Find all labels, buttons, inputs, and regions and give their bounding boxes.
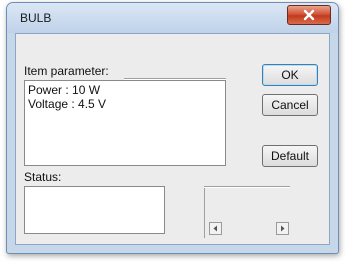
close-button[interactable] (287, 5, 331, 25)
cancel-button[interactable]: Cancel (262, 94, 318, 116)
ok-button[interactable]: OK (262, 64, 318, 86)
close-icon (303, 9, 315, 21)
scroll-right-arrow-icon (281, 225, 285, 232)
status-label: Status: (24, 170, 62, 184)
dialog-client-area: Item parameter: Power : 10 W Voltage : 4… (15, 33, 330, 245)
title-bar[interactable]: BULB (7, 3, 338, 33)
frame-top-divider (204, 186, 290, 188)
scroll-left-arrow-icon (213, 225, 217, 232)
status-box (24, 186, 165, 234)
scroll-left-button[interactable] (209, 222, 222, 235)
item-parameter-label: Item parameter: (24, 64, 109, 78)
item-parameter-list[interactable]: Power : 10 W Voltage : 4.5 V (24, 80, 226, 166)
parameter-power: Power : 10 W (28, 83, 101, 97)
scroll-right-button[interactable] (276, 222, 289, 235)
parameter-voltage: Voltage : 4.5 V (28, 97, 107, 111)
window-title: BULB (20, 11, 52, 25)
default-button[interactable]: Default (262, 145, 318, 167)
dialog-window: BULB Item parameter: Power : 10 W Voltag… (6, 2, 339, 254)
